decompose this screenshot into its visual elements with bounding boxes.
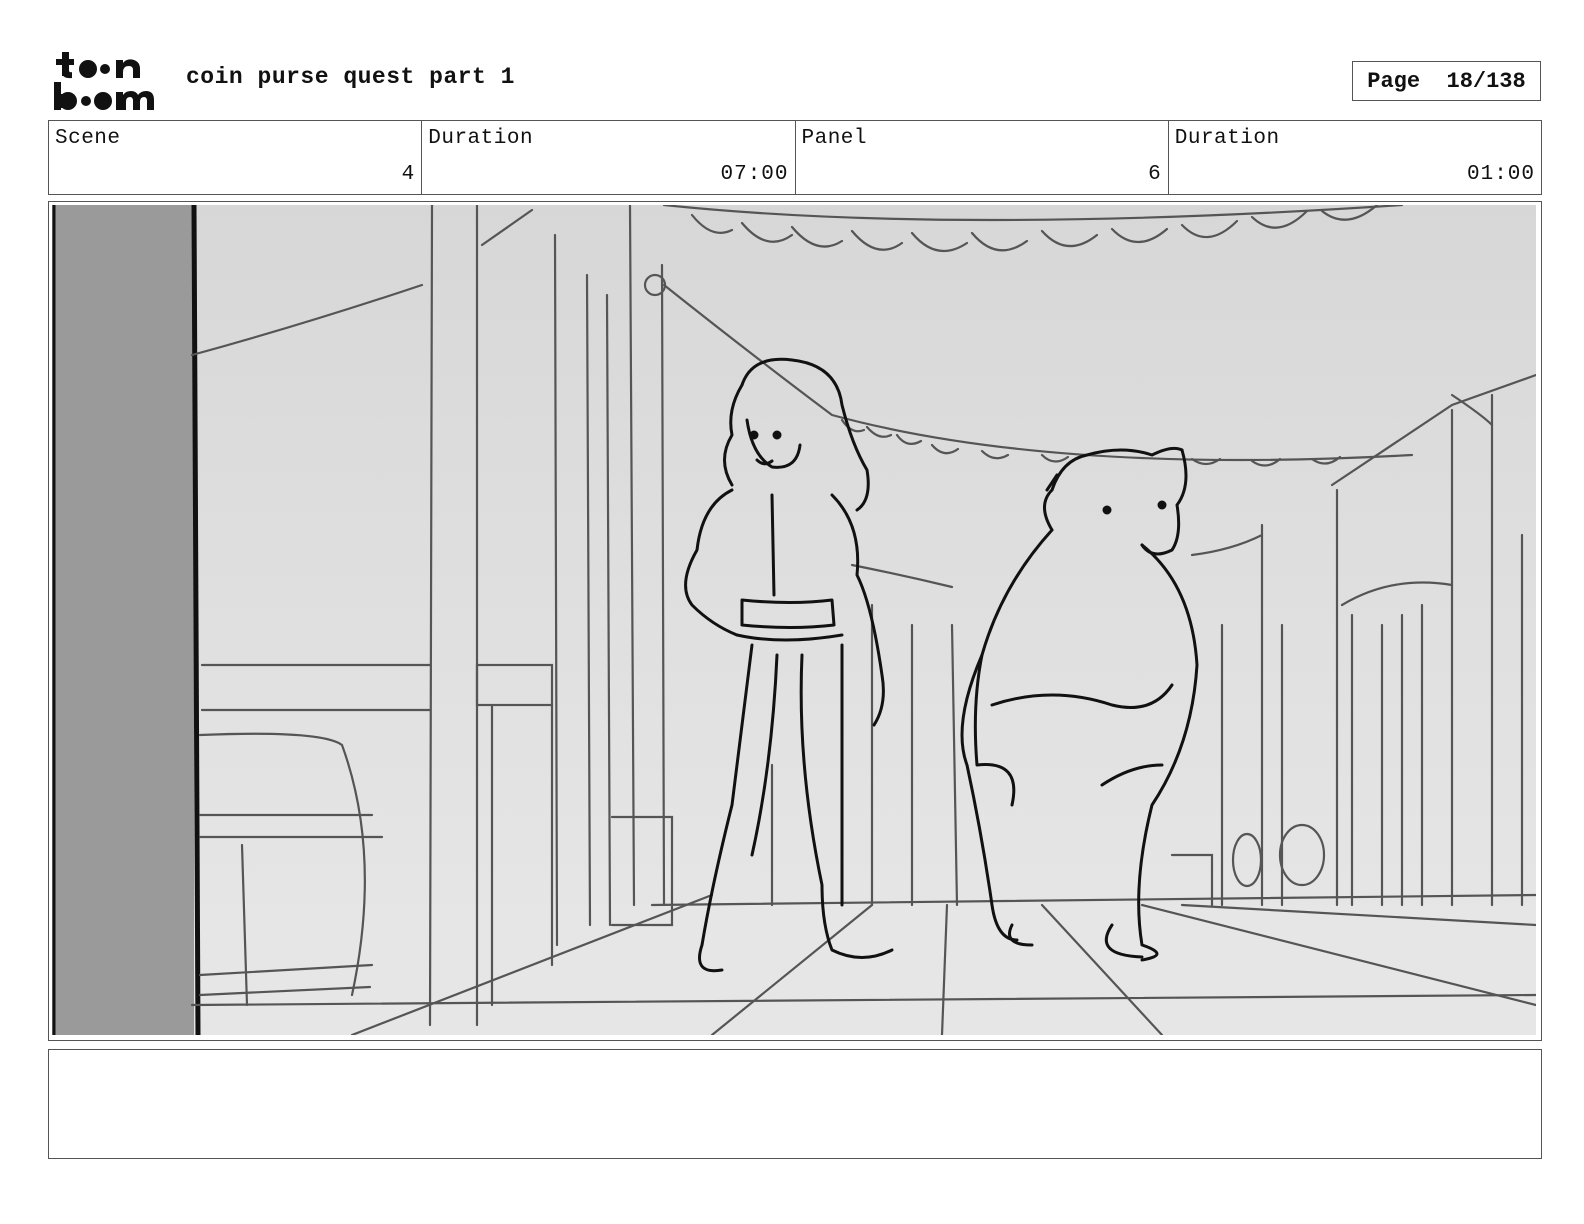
scene-duration-value: 07:00 [720,163,789,186]
scene-info-table: Scene 4 Duration 07:00 Panel 6 Duration … [48,120,1542,195]
panel-label: Panel [801,127,868,150]
page-number: 18/138 [1446,68,1526,94]
panel-duration-cell: Duration 01:00 [1169,121,1541,194]
scene-duration-cell: Duration 07:00 [422,121,796,194]
panel-value: 6 [1148,163,1162,186]
panel-sketch-image [52,205,1536,1035]
panel-notes-box [48,1049,1542,1159]
panel-cell: Panel 6 [796,121,1169,194]
storyboard-panel [48,201,1542,1041]
scene-duration-label: Duration [428,127,534,150]
scene-value: 4 [401,163,416,186]
panel-duration-value: 01:00 [1466,163,1535,186]
page-indicator: Page 18/138 [1352,61,1541,101]
project-title: coin purse quest part 1 [186,64,515,90]
panel-duration-label: Duration [1174,127,1280,150]
toon-boom-logo: toon [52,50,154,110]
logo-text: toon [52,50,55,51]
scene-label: Scene [55,127,121,150]
scene-cell: Scene 4 [49,121,423,194]
page-label: Page [1367,68,1421,94]
